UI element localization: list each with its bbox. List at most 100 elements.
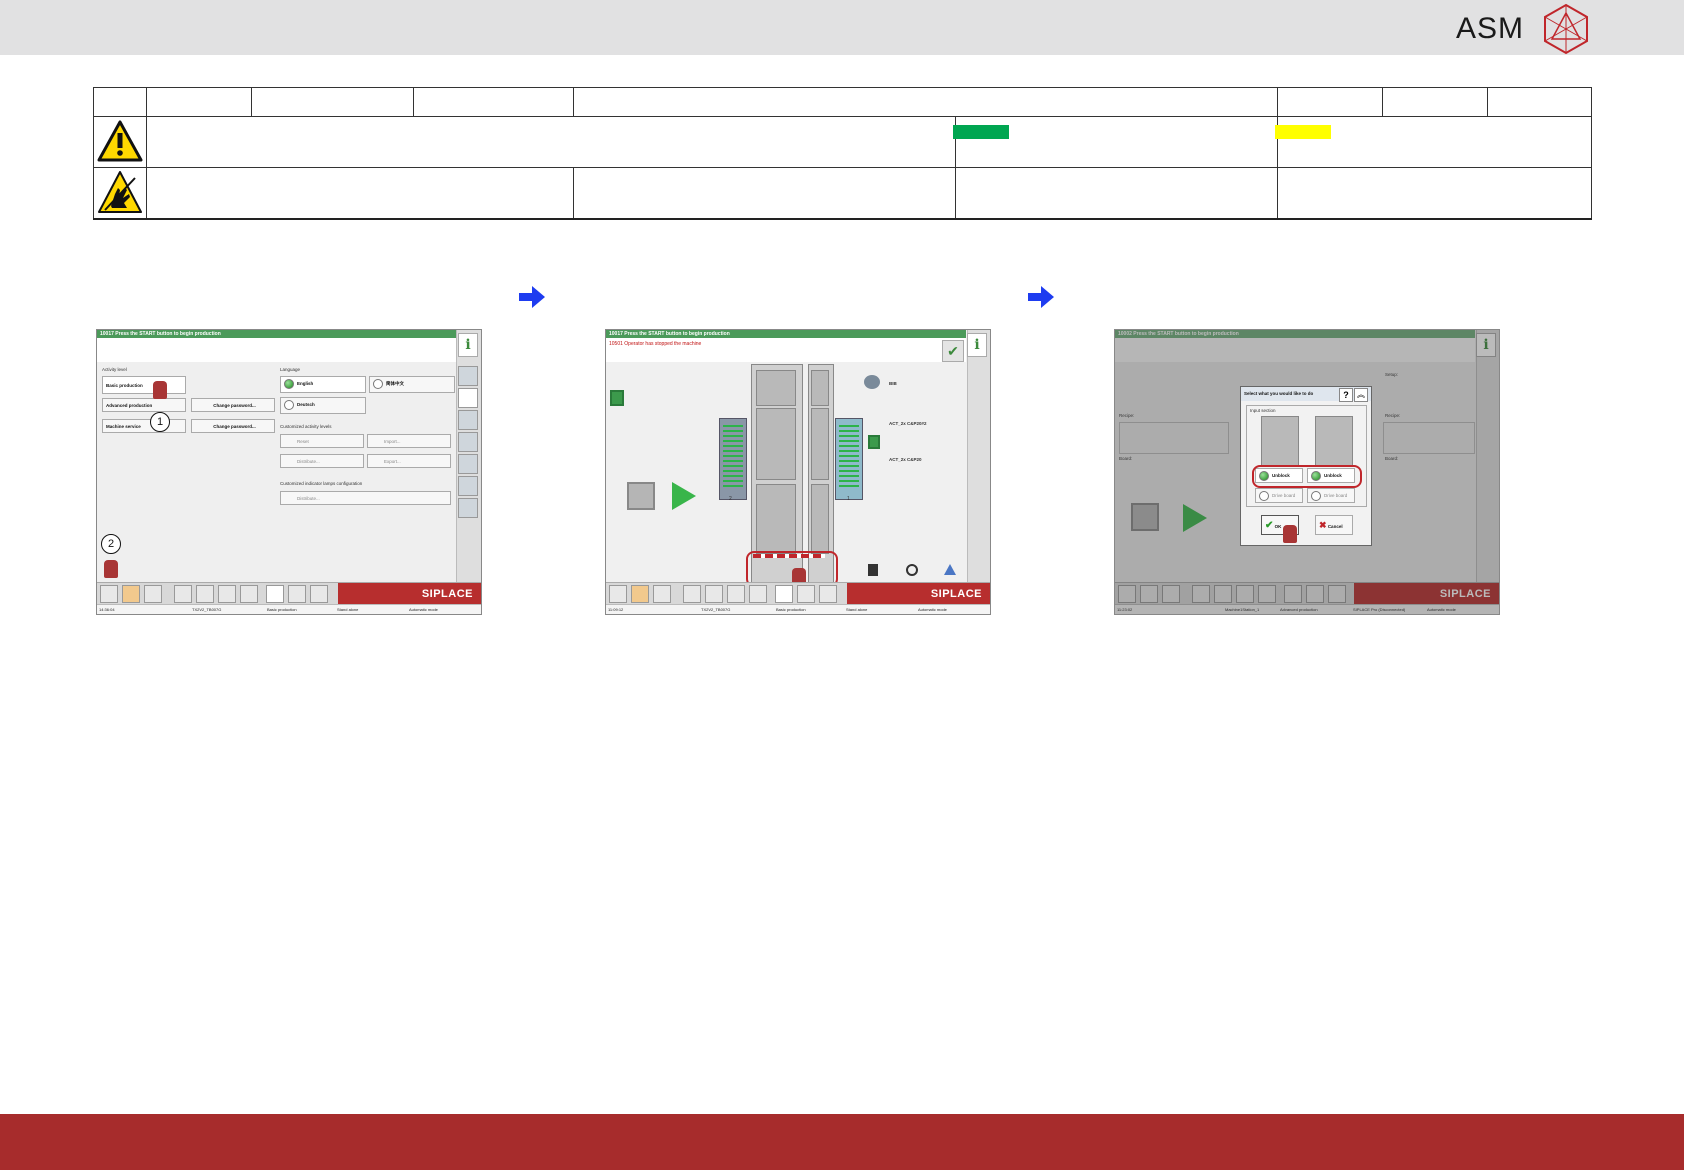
acknowledge-check-icon[interactable]: ✔ (942, 340, 964, 362)
status-machine: TX2V2_TB007G (192, 607, 222, 612)
alert-triangle-icon (944, 564, 956, 575)
close-icon: ✖ (1319, 520, 1327, 530)
status-machine: TX2V2_TB007G (701, 607, 731, 612)
safety-table (93, 87, 1593, 220)
advanced-production-button[interactable]: Advanced production (102, 398, 186, 412)
safety-table-esd-row (93, 167, 1593, 220)
screenshot-conveyor: 10017 Press the START button to begin pr… (605, 329, 991, 615)
blocked-conveyor-indicator[interactable] (753, 554, 825, 558)
info-icon[interactable]: i (458, 333, 478, 357)
footer-bar (0, 1114, 1684, 1170)
asm-logo-text: ASM (1456, 12, 1525, 45)
basic-production-button[interactable]: Basic production (102, 376, 186, 394)
stop-button[interactable] (627, 482, 655, 510)
chart-bars-icon[interactable] (653, 585, 671, 603)
pcb-icon[interactable] (100, 585, 118, 603)
screen-title: 10017 Press the START button to begin pr… (97, 330, 457, 338)
board-slot (756, 370, 796, 406)
status-bar: 11:09:12 TX2V2_TB007G Basic production S… (606, 604, 990, 614)
monitor-icon[interactable] (458, 454, 478, 474)
gears-icon[interactable] (797, 585, 815, 603)
highlight-ring (1252, 465, 1362, 488)
user-icon[interactable] (458, 366, 478, 386)
table-cell (572, 87, 1279, 117)
gears-icon[interactable] (288, 585, 306, 603)
info-icon[interactable]: i (967, 333, 987, 357)
input-section-label: Input section (1250, 408, 1276, 413)
screen-title: 10017 Press the START button to begin pr… (606, 330, 966, 338)
book-icon[interactable] (196, 585, 214, 603)
help-icon[interactable]: ? (1339, 388, 1353, 402)
truck-icon[interactable] (819, 585, 837, 603)
language-chinese-label: 简体中文 (386, 381, 404, 386)
table-cell (1487, 87, 1593, 117)
wrench-icon[interactable] (266, 585, 284, 603)
pointing-hand-icon (1283, 525, 1297, 543)
users-settings-icon[interactable] (458, 410, 478, 430)
book-icon[interactable] (705, 585, 723, 603)
table-cell (573, 167, 956, 220)
board-slot (811, 484, 829, 554)
import-button[interactable]: Import... (367, 434, 451, 448)
cancel-button[interactable]: ✖ Cancel (1315, 515, 1353, 535)
radio-icon (1311, 490, 1321, 501)
distribute-button[interactable]: Distribute... (280, 454, 364, 468)
network-icon[interactable] (458, 476, 478, 496)
radio-icon (1259, 490, 1269, 501)
customized-activity-heading: Customized activity levels (280, 424, 332, 429)
table-cell (1382, 87, 1489, 117)
status-bar: 14:36:04 TX2V2_TB007G Basic production S… (97, 604, 481, 614)
status-auto: Automatic mode (409, 607, 438, 612)
status-auto: Automatic mode (918, 607, 947, 612)
graph-icon[interactable] (218, 585, 236, 603)
status-time: 14:36:04 (99, 607, 115, 612)
door-icon[interactable] (683, 585, 701, 603)
camera-icon[interactable] (240, 585, 258, 603)
machine-service-button[interactable]: Machine service (102, 419, 186, 433)
pointing-hand-icon (104, 560, 118, 578)
users-icon[interactable] (458, 388, 478, 408)
change-password-button[interactable]: Change password... (191, 398, 275, 412)
reset-button[interactable]: Reset (280, 434, 364, 448)
export-button[interactable]: Export... (367, 454, 451, 468)
indicator-distribute-button[interactable]: Distribute... (280, 491, 451, 505)
collapse-icon[interactable]: ︽ (1354, 388, 1368, 402)
door-icon[interactable] (174, 585, 192, 603)
grid-icon[interactable] (122, 585, 140, 603)
chart-bars-icon[interactable] (144, 585, 162, 603)
safety-table-header-row (93, 87, 1593, 117)
screenshot-activity-level: 10017 Press the START button to begin pr… (96, 329, 482, 615)
input-lane-left (1261, 416, 1299, 466)
warning-triangle-icon (97, 120, 143, 161)
exit-icon[interactable] (868, 435, 880, 449)
exit-icon[interactable] (610, 390, 624, 406)
bars-icon[interactable] (458, 498, 478, 518)
start-play-icon[interactable] (672, 482, 696, 510)
conveyor-lcd-right (835, 418, 863, 500)
input-lane-right (1315, 416, 1353, 466)
truck-icon[interactable] (310, 585, 328, 603)
ok-label: OK (1274, 524, 1282, 529)
table-cell (146, 87, 252, 117)
pcb-icon[interactable] (609, 585, 627, 603)
table-cell (1277, 167, 1593, 220)
drive-board-button-left[interactable]: Drive board (1255, 488, 1303, 503)
graph-icon[interactable] (727, 585, 745, 603)
grid-icon[interactable] (631, 585, 649, 603)
wrench-icon[interactable] (775, 585, 793, 603)
side-toolbar: i (967, 330, 990, 584)
camera-icon[interactable] (749, 585, 767, 603)
drive-board-button-right[interactable]: Drive board (1307, 488, 1355, 503)
change-password-button[interactable]: Change password... (191, 419, 275, 433)
message-area: 10501 Operator has stopped the machine (606, 338, 966, 362)
language-english-option[interactable]: English (280, 376, 366, 393)
station-label: BIB (889, 381, 897, 386)
side-toolbar: i (456, 330, 481, 584)
station-label: ACT_2x C&P20 (889, 457, 922, 462)
camera-lens-icon (864, 375, 880, 389)
language-chinese-option[interactable]: 简体中文 (369, 376, 455, 393)
language-german-option[interactable]: Deutsch (280, 397, 366, 414)
esd-hand-icon (98, 170, 142, 213)
blue-arrow-right-icon (519, 286, 545, 308)
warning-settings-icon[interactable] (458, 432, 478, 452)
